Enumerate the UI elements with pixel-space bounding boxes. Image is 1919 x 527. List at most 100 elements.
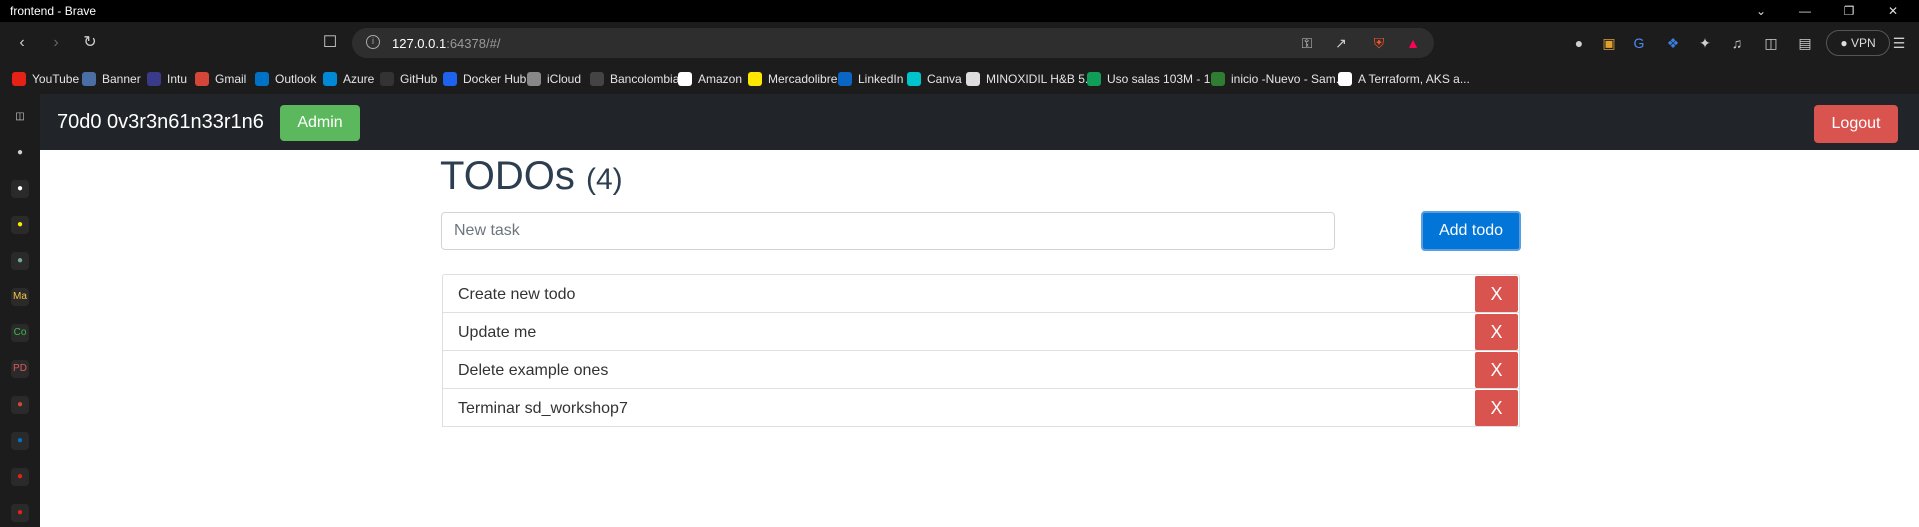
delete-todo-button[interactable]: X: [1475, 314, 1518, 350]
bookmark-item[interactable]: Outlook: [255, 71, 316, 87]
gmail-icon: [195, 71, 209, 86]
todo-item[interactable]: Terminar sd_workshop7 X: [442, 388, 1520, 427]
bookmark-item[interactable]: YouTube: [12, 71, 79, 87]
menu-icon[interactable]: ☰: [1890, 34, 1908, 52]
bookmark-item[interactable]: Banner: [82, 71, 141, 87]
bookmark-item[interactable]: Intu: [147, 71, 187, 87]
key-icon[interactable]: ⚿: [1298, 34, 1316, 52]
todo-count: (4): [585, 163, 623, 196]
bookmarks-bar: YouTube Banner Intu Gmail Outlook Azure GitHub…: [0, 64, 1919, 94]
minimize-icon[interactable]: —: [1783, 0, 1827, 22]
vpn-dot-icon: ●: [1840, 36, 1848, 50]
admin-button[interactable]: Admin: [280, 105, 360, 141]
extensions-icon[interactable]: ✦: [1696, 34, 1714, 52]
sidebar-panel-icon[interactable]: ◫: [11, 108, 29, 126]
url-text[interactable]: 127.0.0.1:64378/#/: [392, 36, 500, 51]
todo-text[interactable]: Create new todo: [458, 286, 575, 304]
sidebar-tab-icon[interactable]: Ma: [11, 288, 29, 306]
bookmark-label: Outlook: [275, 71, 317, 86]
back-icon[interactable]: ‹: [10, 31, 34, 55]
bookmark-item[interactable]: Amazon: [678, 71, 742, 87]
new-task-input[interactable]: [441, 212, 1335, 250]
delete-todo-button[interactable]: X: [1475, 390, 1518, 426]
forward-icon[interactable]: ›: [44, 31, 68, 55]
todo-text[interactable]: Update me: [458, 324, 536, 342]
window-titlebar: frontend - Brave ⌄ — ❐ ✕: [0, 0, 1919, 22]
bookmark-item[interactable]: LinkedIn: [838, 71, 903, 87]
todo-text[interactable]: Delete example ones: [458, 362, 608, 380]
bookmark-label: Canva: [927, 71, 962, 86]
page-title: TODOs (4): [440, 154, 623, 199]
todo-list: Create new todo X Update me X Delete example…: [442, 274, 1520, 427]
restore-icon[interactable]: ❐: [1827, 0, 1871, 22]
extension-1-icon[interactable]: ●: [1570, 34, 1588, 52]
bookmark-item[interactable]: Canva: [907, 71, 962, 87]
docker-icon: [443, 71, 457, 86]
github-icon: [380, 71, 394, 86]
bookmark-icon[interactable]: ☐: [318, 31, 342, 55]
bookmark-label: Mercadolibre: [768, 71, 838, 86]
add-todo-button[interactable]: Add todo: [1421, 211, 1521, 251]
app-navbar: 70d0 0v3r3n61n33r1n6 Admin Logout: [40, 94, 1919, 150]
app-brand[interactable]: 70d0 0v3r3n61n33r1n6: [57, 111, 264, 134]
delete-todo-button[interactable]: X: [1475, 352, 1518, 388]
gmail-icon[interactable]: ●: [11, 396, 29, 414]
outlook-icon[interactable]: ●: [11, 432, 29, 450]
browser-sidebar: ◫ ● ● ● ● Ma Co PD ● ● ● ●: [0, 94, 40, 527]
vpn-button[interactable]: ● VPN: [1826, 30, 1890, 56]
bookmark-item[interactable]: Bancolombia: [590, 71, 679, 87]
bookmark-label: A Terraform, AKS a...: [1358, 71, 1470, 86]
brave-shields-icon[interactable]: ⛨: [1370, 34, 1388, 52]
translate-icon[interactable]: G: [1630, 34, 1648, 52]
chevron-down-icon[interactable]: ⌄: [1739, 0, 1783, 22]
site-info-icon[interactable]: i: [366, 35, 380, 49]
bookmark-label: Amazon: [698, 71, 743, 86]
intu-icon: [147, 71, 161, 86]
todo-item[interactable]: Update me X: [442, 312, 1520, 351]
bookmark-item[interactable]: MINOXIDIL H&B 5...: [966, 71, 1095, 87]
bookmark-item[interactable]: A Terraform, AKS a...: [1338, 71, 1470, 87]
bookmark-label: Docker Hub: [463, 71, 527, 86]
close-icon[interactable]: ✕: [1871, 0, 1915, 22]
address-bar[interactable]: i 127.0.0.1:64378/#/ ⚿ ↗ ⛨ ▲: [352, 28, 1434, 58]
bookmark-label: Banner: [102, 71, 141, 86]
extension-2-icon[interactable]: ▣: [1600, 34, 1618, 52]
bookmark-item[interactable]: Docker Hub: [443, 71, 526, 87]
mercadolibre-icon[interactable]: ●: [11, 216, 29, 234]
medium-icon: [1338, 71, 1352, 86]
bookmark-item[interactable]: Mercadolibre: [748, 71, 837, 87]
bookmark-item[interactable]: Uso salas 103M - 1...: [1087, 71, 1220, 87]
share-icon[interactable]: ↗: [1332, 34, 1350, 52]
wallet-icon[interactable]: ▤: [1796, 34, 1814, 52]
mercadolibre-icon: [748, 71, 762, 86]
bookmark-label: iCloud: [547, 71, 582, 86]
logout-button[interactable]: Logout: [1814, 105, 1898, 143]
page-title-text: TODOs: [440, 154, 575, 198]
sidebar-tab-icon[interactable]: PD: [11, 360, 29, 378]
globe-icon[interactable]: ●: [11, 144, 29, 162]
bookmark-label: Bancolombia: [610, 71, 680, 86]
brave-rewards-icon[interactable]: ▲: [1404, 34, 1422, 52]
bookmark-item[interactable]: Azure: [323, 71, 374, 87]
bookmark-item[interactable]: GitHub: [380, 71, 437, 87]
sidebar-toggle-icon[interactable]: ◫: [1762, 34, 1780, 52]
delete-todo-button[interactable]: X: [1475, 276, 1518, 312]
banner-icon: [82, 71, 96, 86]
chatgpt-icon[interactable]: ●: [11, 252, 29, 270]
todo-item[interactable]: Create new todo X: [442, 274, 1520, 313]
bookmark-item[interactable]: inicio -Nuevo - Sam...: [1211, 71, 1346, 87]
linkedin-icon: [838, 71, 852, 86]
bookmark-label: LinkedIn: [858, 71, 904, 86]
youtube-icon[interactable]: ●: [11, 468, 29, 486]
bookmark-item[interactable]: Gmail: [195, 71, 246, 87]
reload-icon[interactable]: ↻: [78, 31, 102, 55]
todo-text[interactable]: Terminar sd_workshop7: [458, 400, 628, 418]
bookmark-item[interactable]: iCloud: [527, 71, 581, 87]
youtube-icon[interactable]: ●: [11, 504, 29, 522]
media-icon[interactable]: ♫: [1728, 34, 1746, 52]
todo-item[interactable]: Delete example ones X: [442, 350, 1520, 389]
bookmark-label: inicio -Nuevo - Sam...: [1231, 71, 1346, 86]
amazon-icon[interactable]: ●: [11, 180, 29, 198]
extension-3-icon[interactable]: ❖: [1664, 34, 1682, 52]
sidebar-tab-icon[interactable]: Co: [11, 324, 29, 342]
